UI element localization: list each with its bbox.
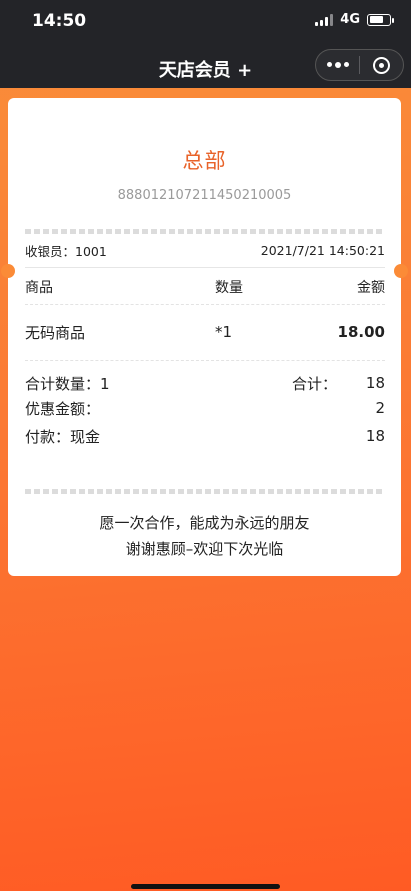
receipt-card: 总部 888012107211450210005 收银员：1001 2021/7… (1, 98, 408, 576)
footer-message: 愿一次合作，能成为永远的朋友 (99, 514, 310, 532)
dashed-divider (25, 489, 385, 494)
more-icon[interactable] (316, 62, 359, 68)
dashed-divider (25, 229, 385, 234)
status-time: 14:50 (32, 11, 87, 31)
close-miniprogram-icon[interactable] (360, 56, 403, 74)
home-indicator (131, 884, 280, 889)
divider (25, 267, 385, 268)
divider (25, 304, 385, 305)
payment-label: 付款：现金 (25, 427, 101, 446)
receipt-notch-left (1, 264, 15, 278)
discount-value: 2 (375, 399, 385, 417)
column-header-amount: 金额 (357, 280, 385, 296)
column-header-item: 商品 (25, 280, 53, 296)
cashier-label: 收银员：1001 (25, 243, 107, 259)
miniprogram-capsule (315, 49, 404, 81)
item-amount: 18.00 (337, 323, 385, 341)
network-type: 4G (340, 12, 360, 27)
divider (25, 360, 385, 361)
total-label: 合计： (291, 374, 337, 393)
discount-label: 优惠金额： (25, 399, 101, 418)
signal-icon (315, 13, 334, 26)
receipt-datetime: 2021/7/21 14:50:21 (260, 242, 385, 258)
status-indicators: 4G (315, 12, 394, 27)
item-name: 无码商品 (25, 323, 86, 342)
payment-row: 付款：现金 18 (25, 425, 385, 447)
receipt-notch-right (394, 264, 408, 278)
summary-total-row: 合计数量：1 合计： 18 (25, 372, 385, 394)
footer-thanks: 谢谢惠顾–欢迎下次光临 (125, 540, 284, 558)
cashier-row: 收银员：1001 2021/7/21 14:50:21 (25, 241, 385, 259)
top-bar: 14:50 4G 天店会员 + (0, 0, 411, 88)
table-header: 商品 数量 金额 (25, 276, 385, 298)
order-number: 888012107211450210005 (117, 188, 292, 203)
item-qty: *1 (215, 323, 233, 341)
battery-icon (367, 13, 394, 26)
table-row: 无码商品 *1 18.00 (25, 321, 385, 343)
payment-value: 18 (365, 427, 385, 445)
discount-row: 优惠金额： 2 (25, 397, 385, 419)
total-qty: 合计数量：1 (25, 374, 110, 393)
store-name: 总部 (182, 149, 227, 173)
column-header-qty: 数量 (215, 280, 243, 296)
total-value: 18 (365, 374, 385, 392)
